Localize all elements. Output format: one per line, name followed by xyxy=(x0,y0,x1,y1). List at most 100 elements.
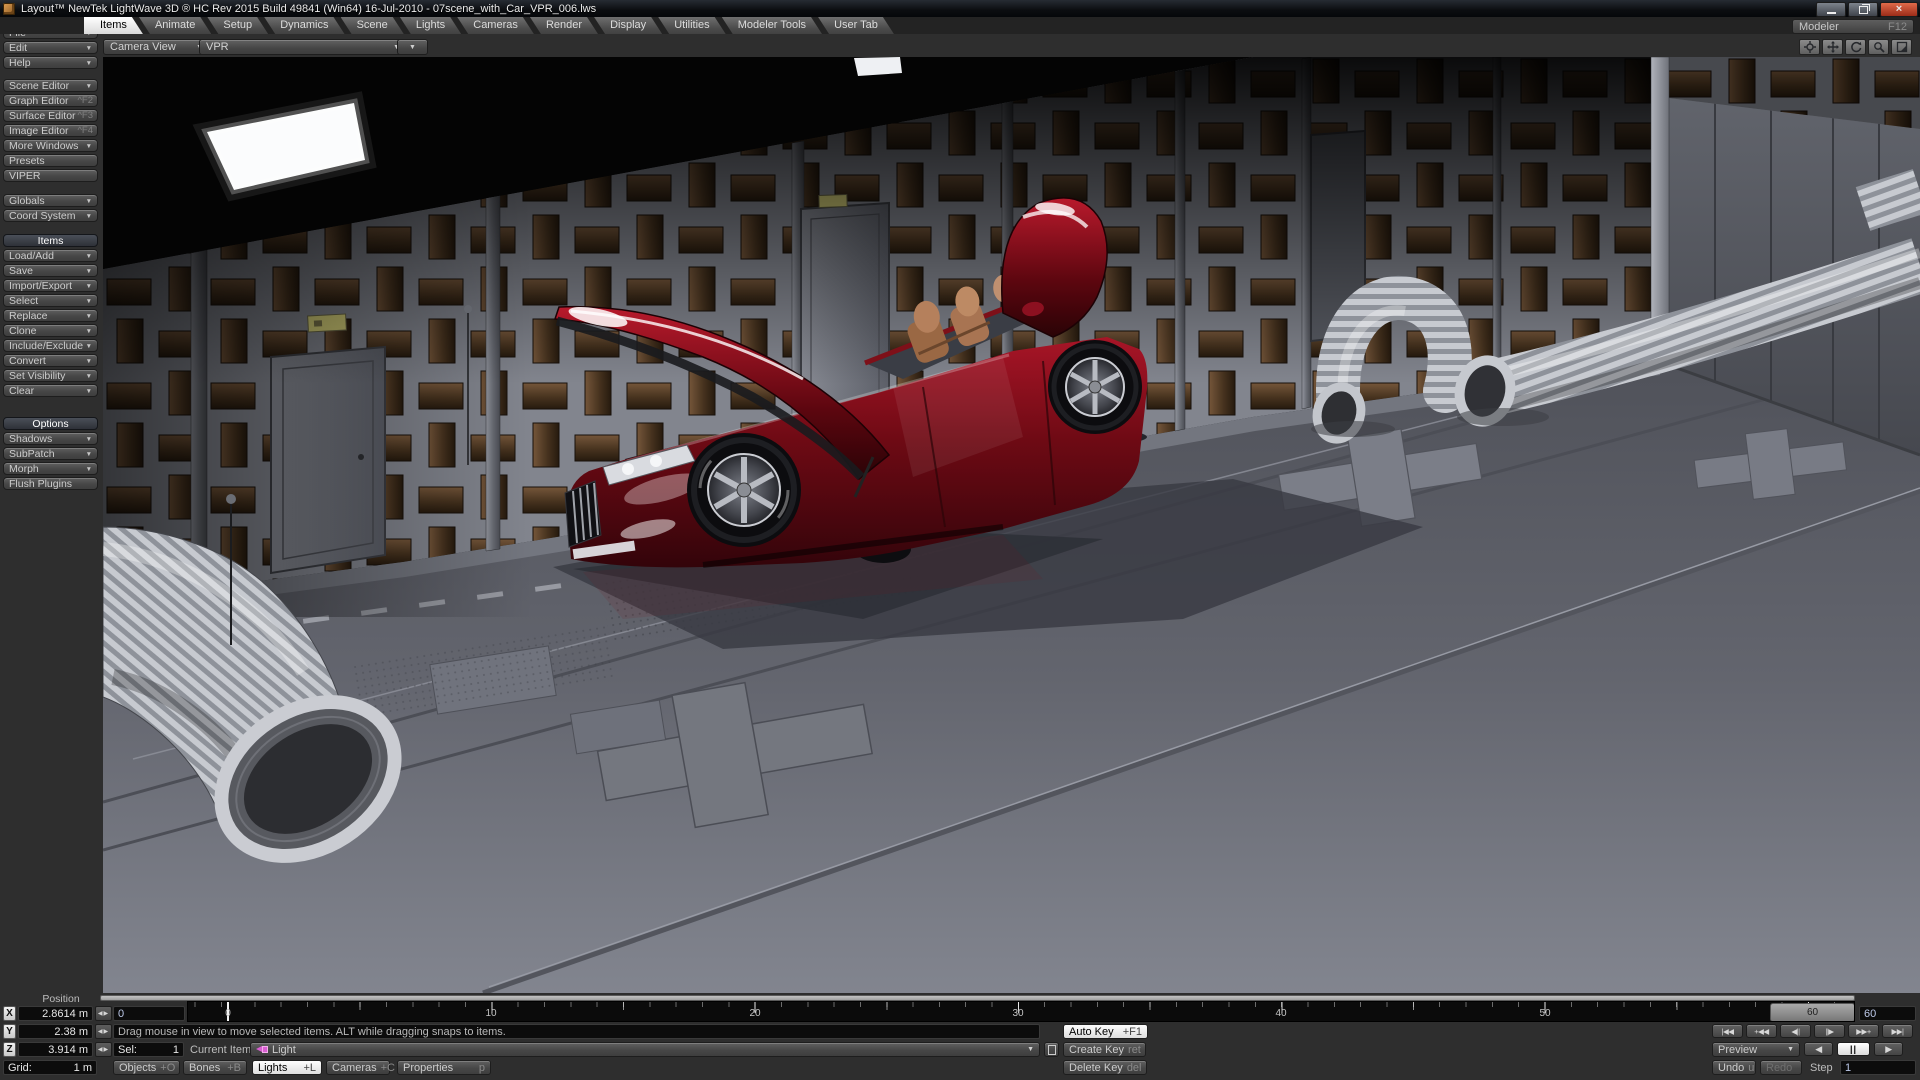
subpatch-button[interactable]: SubPatch▼ xyxy=(3,447,98,460)
step-forward-button[interactable]: ||▶ xyxy=(1814,1024,1845,1038)
items-section-header: Items xyxy=(3,234,98,247)
item-visibility-button[interactable] xyxy=(1044,1042,1059,1057)
set-visibility-button[interactable]: Set Visibility▼ xyxy=(3,369,98,382)
minimize-button[interactable] xyxy=(1816,2,1846,17)
graph-editor-button[interactable]: Graph Editor^F2 xyxy=(3,94,98,107)
rotate-view-icon[interactable] xyxy=(1845,39,1866,55)
maximize-viewport-icon[interactable] xyxy=(1891,39,1912,55)
y-value-field[interactable]: 2.38 m xyxy=(18,1024,93,1039)
chevron-down-icon: ▼ xyxy=(86,60,92,67)
properties-button[interactable]: Propertiesp xyxy=(397,1060,491,1075)
play-reverse-button[interactable]: ◀ xyxy=(1804,1042,1833,1056)
chevron-down-icon: ▼ xyxy=(86,143,92,150)
morph-button[interactable]: Morph▼ xyxy=(3,462,98,475)
include-exclude-button[interactable]: Include/Exclude▼ xyxy=(3,339,98,352)
end-frame-field[interactable]: 60 xyxy=(1859,1006,1916,1021)
z-value-field[interactable]: 3.914 m xyxy=(18,1042,93,1057)
stepper-icon: ◀▶ xyxy=(98,1028,109,1035)
next-key-button[interactable]: ▶▶+ xyxy=(1848,1024,1879,1038)
cameras-mode-button[interactable]: Cameras+C xyxy=(326,1060,390,1075)
tab-lights[interactable]: Lights xyxy=(400,17,461,34)
lights-mode-button[interactable]: Lights+L xyxy=(252,1060,322,1075)
light-icon xyxy=(256,1045,268,1054)
bottom-panel: Position X 2.8614 m ◀▶ 0 0 10 20 30 40 5… xyxy=(0,993,1920,1080)
replace-button[interactable]: Replace▼ xyxy=(3,309,98,322)
shadows-button[interactable]: Shadows▼ xyxy=(3,432,98,445)
ruler-label: 50 xyxy=(1539,1008,1550,1019)
render-mode-dropdown[interactable]: VPR▼ xyxy=(199,39,407,55)
globals-button[interactable]: Globals▼ xyxy=(3,194,98,207)
title-bar[interactable]: Layout™ NewTek LightWave 3D ® HC Rev 201… xyxy=(0,0,1920,17)
modeler-button[interactable]: Modeler F12 xyxy=(1792,19,1914,34)
tab-items[interactable]: Items xyxy=(84,17,143,34)
prev-key-button[interactable]: +◀◀ xyxy=(1746,1024,1777,1038)
restore-button[interactable] xyxy=(1848,2,1878,17)
redo-button[interactable]: Redo xyxy=(1760,1060,1802,1075)
coord-system-button[interactable]: Coord System▼ xyxy=(3,209,98,222)
tab-modeler-tools[interactable]: Modeler Tools xyxy=(722,17,822,34)
z-stepper[interactable]: ◀▶ xyxy=(95,1042,112,1057)
tab-user-tab[interactable]: User Tab xyxy=(818,17,894,34)
tab-scene[interactable]: Scene xyxy=(341,17,404,34)
more-windows-button[interactable]: More Windows▼ xyxy=(3,139,98,152)
current-frame-field[interactable]: 0 xyxy=(113,1006,185,1021)
tab-dynamics[interactable]: Dynamics xyxy=(264,17,344,34)
presets-button[interactable]: Presets xyxy=(3,154,98,167)
close-button[interactable]: × xyxy=(1880,2,1918,17)
undo-button[interactable]: Undou xyxy=(1712,1060,1756,1075)
step-back-button[interactable]: ◀|| xyxy=(1780,1024,1811,1038)
load-add-button[interactable]: Load/Add▼ xyxy=(3,249,98,262)
import-export-button[interactable]: Import/Export▼ xyxy=(3,279,98,292)
x-value-field[interactable]: 2.8614 m xyxy=(18,1006,93,1021)
timeline-end-handle[interactable]: 60 xyxy=(1770,1003,1855,1022)
x-stepper[interactable]: ◀▶ xyxy=(95,1006,112,1021)
bones-mode-button[interactable]: Bones+B xyxy=(183,1060,247,1075)
create-key-button[interactable]: Create Keyret xyxy=(1063,1042,1146,1057)
tab-render[interactable]: Render xyxy=(530,17,598,34)
flush-plugins-button[interactable]: Flush Plugins xyxy=(3,477,98,490)
timeline-ruler[interactable]: 0 10 20 30 40 50 60 xyxy=(187,1001,1855,1022)
tab-setup[interactable]: Setup xyxy=(207,17,268,34)
y-stepper[interactable]: ◀▶ xyxy=(95,1024,112,1039)
ceiling-light-panel[interactable] xyxy=(854,57,902,76)
auto-key-button[interactable]: Auto Key+F1 xyxy=(1063,1024,1148,1039)
select-button[interactable]: Select▼ xyxy=(3,294,98,307)
preview-dropdown[interactable]: Preview▼ xyxy=(1712,1042,1800,1057)
viewport[interactable] xyxy=(103,57,1920,993)
clone-button[interactable]: Clone▼ xyxy=(3,324,98,337)
move-view-icon[interactable] xyxy=(1822,39,1843,55)
save-button[interactable]: Save▼ xyxy=(3,264,98,277)
stepper-icon: ◀▶ xyxy=(98,1046,109,1053)
go-end-button[interactable]: ▶▶| xyxy=(1882,1024,1913,1038)
stepper-icon: ◀▶ xyxy=(98,1010,109,1017)
center-item-icon[interactable] xyxy=(1799,39,1820,55)
ruler-label: 30 xyxy=(1012,1008,1023,1019)
surface-editor-button[interactable]: Surface Editor^F3 xyxy=(3,109,98,122)
zoom-view-icon[interactable] xyxy=(1868,39,1889,55)
help-menu[interactable]: Help▼ xyxy=(3,56,98,69)
delete-key-button[interactable]: Delete Keydel xyxy=(1063,1060,1147,1075)
objects-mode-button[interactable]: Objects+O xyxy=(113,1060,180,1075)
close-icon: × xyxy=(1896,5,1902,14)
chevron-down-icon: ▼ xyxy=(86,373,92,380)
axis-z-chip[interactable]: Z xyxy=(3,1042,16,1057)
pause-button[interactable]: || xyxy=(1837,1042,1870,1056)
view-mode-dropdown[interactable]: Camera View▼ xyxy=(103,39,210,55)
edit-menu[interactable]: Edit▼ xyxy=(3,41,98,54)
tab-cameras[interactable]: Cameras xyxy=(457,17,534,34)
viewport-options-dropdown[interactable]: ▼ xyxy=(397,39,428,55)
tab-utilities[interactable]: Utilities xyxy=(658,17,725,34)
current-item-dropdown[interactable]: Light ▼ xyxy=(250,1042,1040,1057)
step-field[interactable]: 1 xyxy=(1840,1060,1916,1075)
clear-button[interactable]: Clear▼ xyxy=(3,384,98,397)
image-editor-button[interactable]: Image Editor^F4 xyxy=(3,124,98,137)
viper-button[interactable]: VIPER xyxy=(3,169,98,182)
convert-button[interactable]: Convert▼ xyxy=(3,354,98,367)
play-button[interactable]: ▶ xyxy=(1874,1042,1903,1056)
scene-editor-button[interactable]: Scene Editor▼ xyxy=(3,79,98,92)
tab-display[interactable]: Display xyxy=(594,17,662,34)
axis-y-chip[interactable]: Y xyxy=(3,1024,16,1039)
go-start-button[interactable]: |◀◀ xyxy=(1712,1024,1743,1038)
axis-x-chip[interactable]: X xyxy=(3,1006,16,1021)
tab-animate[interactable]: Animate xyxy=(139,17,211,34)
